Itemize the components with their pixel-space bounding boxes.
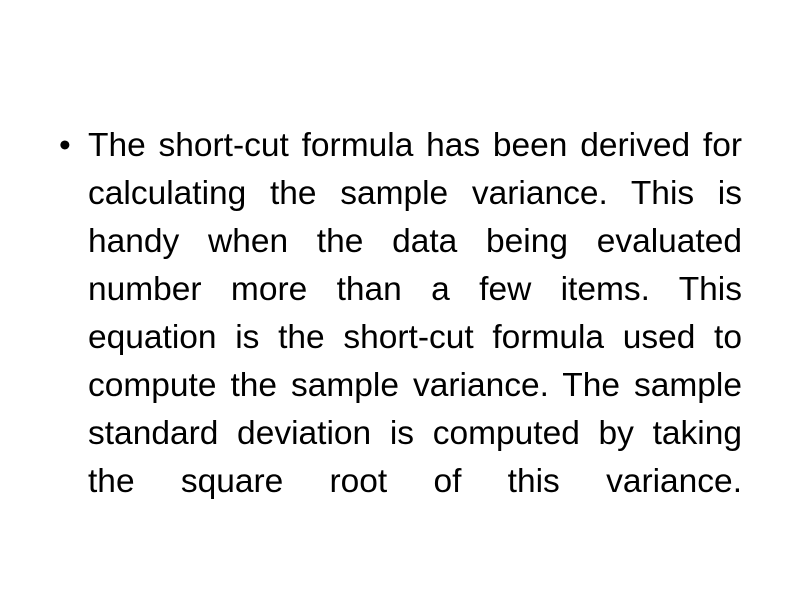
slide-canvas: • The short-cut formula has been derived… bbox=[0, 0, 800, 600]
slide-body-placeholder: • The short-cut formula has been derived… bbox=[52, 88, 742, 587]
list-item: • The short-cut formula has been derived… bbox=[52, 122, 742, 554]
list-item-text: The short-cut formula has been derived f… bbox=[88, 126, 742, 500]
bullet-marker-icon: • bbox=[59, 126, 71, 164]
